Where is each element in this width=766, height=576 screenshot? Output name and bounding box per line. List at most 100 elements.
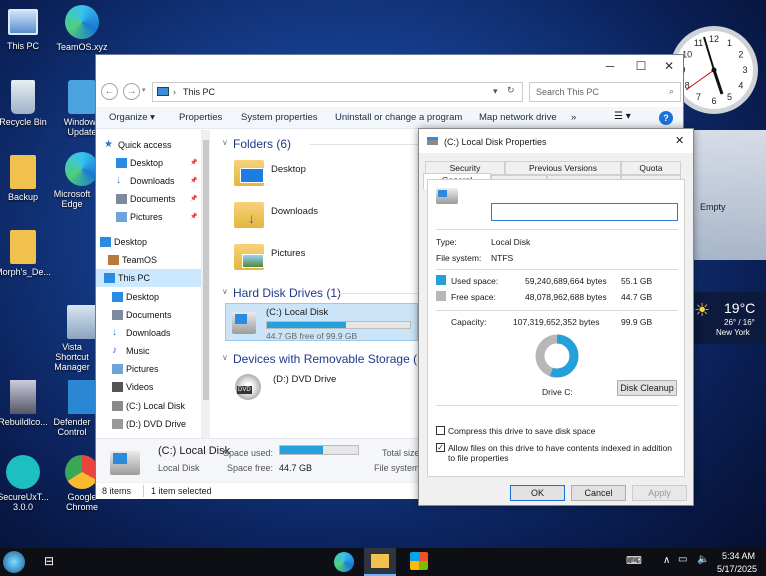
forward-button[interactable]: → xyxy=(123,83,140,100)
index-checkbox[interactable]: ✓ xyxy=(436,443,445,452)
search-input[interactable]: Search This PC ⌕ xyxy=(529,82,681,102)
ok-button[interactable]: OK xyxy=(510,485,565,501)
back-button[interactable]: ← xyxy=(101,83,118,100)
more-commands-button[interactable]: » xyxy=(571,112,576,123)
view-options-icon[interactable]: ☰ ▾ xyxy=(614,111,631,122)
desktop-icon-teamos[interactable]: TeamOS.xyz xyxy=(52,5,112,52)
volume-icon[interactable]: 🔈 xyxy=(697,554,709,565)
tab-previous-versions[interactable]: Previous Versions xyxy=(505,161,621,175)
dialog-title: (C:) Local Disk Properties xyxy=(444,137,547,147)
maximize-button[interactable]: ☐ xyxy=(626,55,656,77)
capacity-bytes: 107,319,652,352 bytes xyxy=(513,317,600,327)
network-icon[interactable]: ▭ xyxy=(678,554,687,565)
desktop-icon-label: Morph's_De... xyxy=(0,267,51,277)
drive-label: (C:) Local Disk xyxy=(266,307,329,318)
star-icon: ★ xyxy=(104,139,113,150)
folder-item-downloads[interactable]: ↓ Downloads xyxy=(229,200,429,236)
secureux-icon xyxy=(6,455,40,489)
weather-range: 26° / 16° xyxy=(724,318,755,327)
disk-cleanup-button[interactable]: Disk Cleanup xyxy=(617,380,677,396)
windows-update-icon xyxy=(68,80,96,114)
nav-item[interactable]: Desktop xyxy=(96,288,201,306)
desktop-icon-backup[interactable]: Backup xyxy=(0,155,53,202)
nav-scrollbar[interactable] xyxy=(202,130,210,488)
nav-item[interactable]: Pictures xyxy=(96,360,201,378)
group-folders-header[interactable]: Folders (6) xyxy=(233,137,291,151)
group-hdd-header[interactable]: Hard Disk Drives (1) xyxy=(233,286,341,300)
folder-item-pictures[interactable]: Pictures xyxy=(229,242,429,278)
collapse-icon: ∨ xyxy=(222,353,228,362)
desktop-icon-secureux[interactable]: SecureUxT... 3.0.0 xyxy=(0,455,53,512)
documents-icon xyxy=(112,310,123,320)
clock-date[interactable]: 5/17/2025 xyxy=(717,564,757,574)
nav-item[interactable]: Pictures 📌 xyxy=(96,208,201,226)
organize-button[interactable]: Organize ▾ xyxy=(109,112,155,123)
nav-item[interactable]: Videos xyxy=(96,378,201,396)
nav-item-label: (D:) DVD Drive xyxy=(126,419,186,429)
nav-item[interactable]: Documents 📌 xyxy=(96,190,201,208)
clock-time[interactable]: 5:34 AM xyxy=(722,551,755,561)
keyboard-icon[interactable]: ⌨ xyxy=(626,554,642,567)
edge-taskbar-icon[interactable] xyxy=(334,552,354,572)
nav-item[interactable]: Documents xyxy=(96,306,201,324)
properties-button[interactable]: Properties xyxy=(179,112,222,123)
minimize-button[interactable]: ─ xyxy=(595,55,625,77)
address-bar[interactable]: › This PC ▾ ↻ xyxy=(152,82,523,102)
group-removable-header[interactable]: Devices with Removable Storage (1) xyxy=(233,352,428,366)
nav-item[interactable]: (C:) Local Disk xyxy=(96,397,201,415)
chevron-up-icon[interactable]: ∧ xyxy=(663,555,670,566)
nav-item[interactable]: (D:) DVD Drive xyxy=(96,415,201,433)
desktop-icon xyxy=(112,292,123,302)
system-properties-button[interactable]: System properties xyxy=(241,112,318,123)
desktop-icon-label: Backup xyxy=(7,192,39,202)
nav-item-label: (C:) Local Disk xyxy=(126,401,186,411)
folder-item-desktop[interactable]: Desktop xyxy=(229,158,429,194)
desktop-icon-morphs[interactable]: Morph's_De... xyxy=(0,230,53,277)
nav-item[interactable]: TeamOS xyxy=(96,251,201,269)
start-button[interactable] xyxy=(3,551,25,573)
nav-item[interactable]: ★ Quick access xyxy=(96,136,201,154)
drive-item-c[interactable]: (C:) Local Disk 44.7 GB free of 99.9 GB xyxy=(225,303,418,341)
divider xyxy=(436,269,678,270)
store-taskbar-icon[interactable] xyxy=(410,552,428,570)
desktop-icon-recycle-bin[interactable]: Recycle Bin xyxy=(0,80,53,127)
recycle-bin-widget[interactable]: Empty xyxy=(684,130,766,260)
pictures-folder-icon xyxy=(234,244,264,270)
refresh-icon[interactable]: ↻ xyxy=(507,85,515,96)
nav-item[interactable]: Desktop 📌 xyxy=(96,154,201,172)
nav-item[interactable]: This PC xyxy=(96,269,201,287)
type-value: Local Disk xyxy=(491,237,531,247)
nav-item-label: Pictures xyxy=(130,212,163,222)
drive-name-input[interactable] xyxy=(491,203,678,221)
desktop-icon-this-pc[interactable]: This PC xyxy=(0,5,53,51)
address-dropdown-icon[interactable]: ▾ xyxy=(493,86,498,97)
nav-item[interactable]: ↓ Downloads xyxy=(96,324,201,342)
drive-item-d[interactable]: DVD (D:) DVD Drive xyxy=(229,370,409,406)
clock-number: 4 xyxy=(738,81,743,91)
cancel-button[interactable]: Cancel xyxy=(571,485,626,501)
compress-checkbox[interactable] xyxy=(436,426,445,435)
documents-icon xyxy=(116,194,127,204)
nav-item[interactable]: Desktop xyxy=(96,233,201,251)
desktop-icon-label: TeamOS.xyz xyxy=(56,42,108,52)
explorer-taskbar-icon[interactable] xyxy=(364,548,396,576)
used-color-swatch xyxy=(436,275,446,285)
uninstall-program-button[interactable]: Uninstall or change a program xyxy=(335,112,462,123)
close-button[interactable]: ✕ xyxy=(654,55,684,77)
nav-item-label: Quick access xyxy=(118,140,172,150)
map-network-drive-button[interactable]: Map network drive xyxy=(479,112,557,123)
task-view-icon[interactable]: ⊟ xyxy=(44,554,66,574)
help-icon[interactable]: ? xyxy=(659,111,673,125)
apply-button[interactable]: Apply xyxy=(632,485,687,501)
search-icon: ⌕ xyxy=(668,86,674,96)
nav-item[interactable]: ↓ Downloads 📌 xyxy=(96,172,201,190)
tab-quota[interactable]: Quota xyxy=(621,161,681,175)
recent-dropdown-icon[interactable]: ▾ xyxy=(142,86,146,94)
desktop-icon-rebuild[interactable]: Rebuildlco... xyxy=(0,380,53,427)
pictures-icon xyxy=(112,364,123,374)
clock-number: 6 xyxy=(711,96,716,106)
nav-item-label: Pictures xyxy=(126,364,159,374)
dialog-close-button[interactable]: ✕ xyxy=(675,134,684,147)
nav-item[interactable]: ♪ Music xyxy=(96,342,201,360)
desktop-icon xyxy=(116,158,127,168)
